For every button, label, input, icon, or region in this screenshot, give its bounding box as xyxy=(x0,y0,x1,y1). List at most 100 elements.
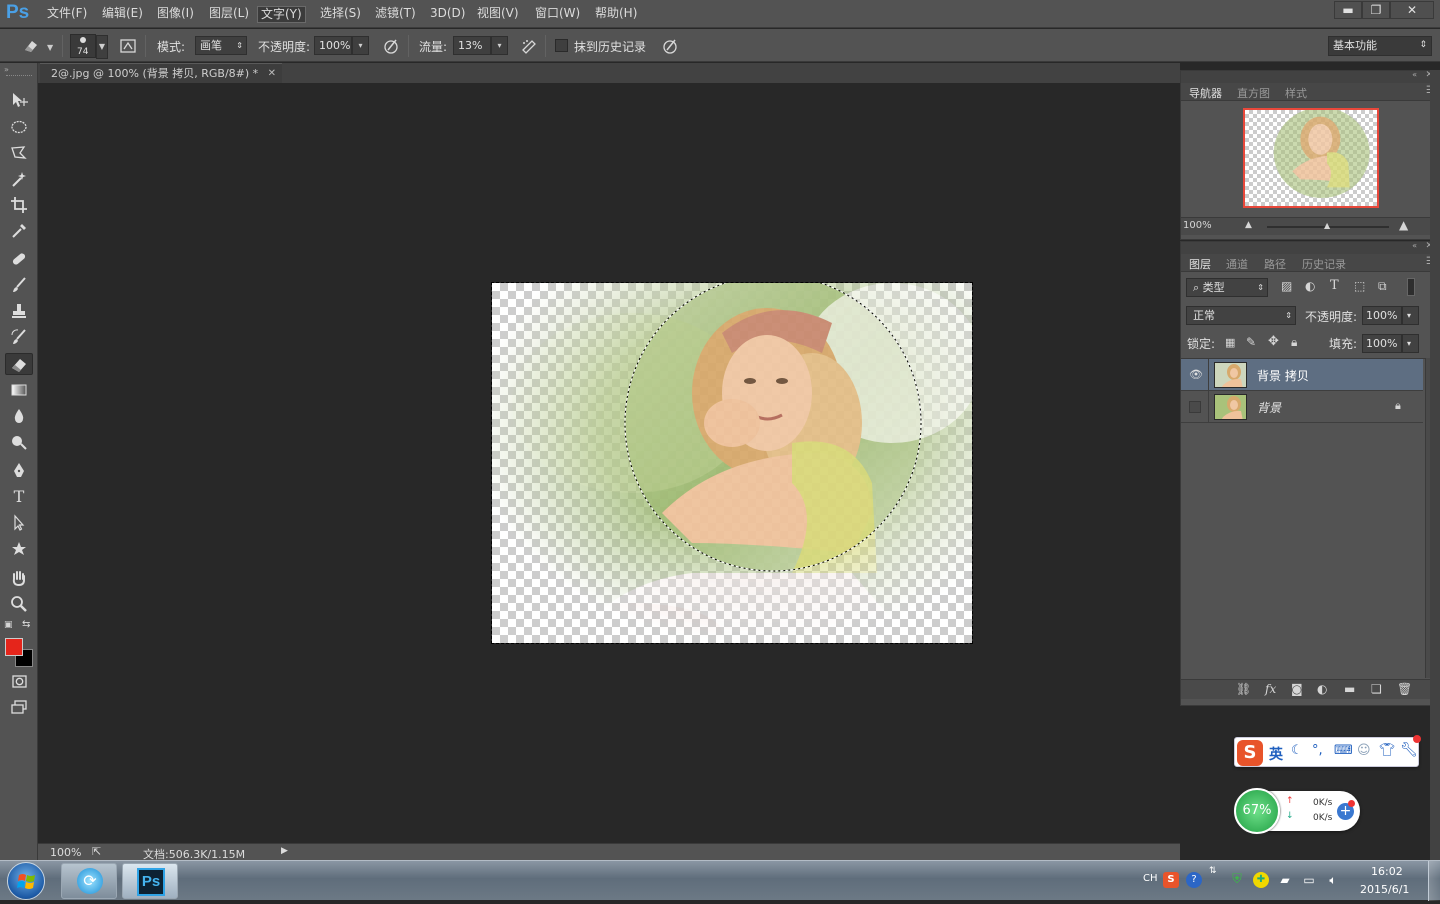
menu-select[interactable]: 选择(S) xyxy=(317,6,364,23)
network-icon[interactable]: ▰ xyxy=(1277,872,1293,888)
start-button[interactable] xyxy=(7,862,45,900)
layer-opacity-dropdown[interactable]: ▾ xyxy=(1402,306,1419,325)
zoom-out-icon[interactable]: ▲ xyxy=(1245,220,1252,230)
menu-filter[interactable]: 滤镜(T) xyxy=(372,6,419,23)
moon-icon[interactable]: ☾ xyxy=(1291,743,1303,758)
lasso-tool-icon[interactable] xyxy=(5,143,33,165)
document-tab[interactable]: 2@.jpg @ 100% (背景 拷贝, RGB/8#) * ✕ xyxy=(40,63,282,83)
taskbar-browser[interactable]: ⟳ xyxy=(61,863,117,899)
lock-position-icon[interactable]: ✥ xyxy=(1268,334,1279,349)
zoom-level[interactable]: 100% xyxy=(50,846,81,859)
sogou-tray-icon[interactable]: S xyxy=(1163,872,1179,888)
adjustment-filter-icon[interactable]: ◐ xyxy=(1305,279,1315,293)
layer-row[interactable]: 👁︎ 背景 拷贝 xyxy=(1181,359,1423,391)
document-image[interactable] xyxy=(491,282,973,644)
opacity-input[interactable]: 100% xyxy=(314,36,352,55)
tab-histogram[interactable]: 直方图 xyxy=(1237,85,1270,101)
menu-image[interactable]: 图像(I) xyxy=(154,6,197,23)
fill-input[interactable]: 100% xyxy=(1362,334,1402,353)
share-icon[interactable]: ⇱ xyxy=(92,845,101,858)
pressure-opacity-icon[interactable] xyxy=(380,35,402,57)
collapse-icon[interactable]: « xyxy=(1412,70,1417,79)
tab-navigator[interactable]: 导航器 xyxy=(1189,85,1222,101)
tab-channels[interactable]: 通道 xyxy=(1226,256,1248,272)
menu-type[interactable]: 文字(Y) xyxy=(257,6,306,23)
shape-filter-icon[interactable]: ⬚ xyxy=(1354,279,1365,293)
eye-icon[interactable]: 👁︎ xyxy=(1189,368,1203,381)
zoom-in-icon[interactable]: ▲ xyxy=(1399,218,1408,232)
smart-object-filter-icon[interactable]: ⧉ xyxy=(1378,279,1387,294)
hand-tool-icon[interactable] xyxy=(5,568,33,590)
opacity-dropdown[interactable]: ▾ xyxy=(352,36,369,55)
language-indicator[interactable]: CH xyxy=(1143,873,1158,884)
trash-icon[interactable]: 🗑︎ xyxy=(1397,682,1412,696)
default-colors-icon[interactable]: ▣ xyxy=(4,620,14,630)
workspace-select[interactable]: 基本功能 ⇕ xyxy=(1328,36,1432,56)
layer-opacity-input[interactable]: 100% xyxy=(1362,306,1402,325)
tab-history[interactable]: 历史记录 xyxy=(1302,256,1346,272)
layer-name[interactable]: 背景 xyxy=(1257,399,1281,416)
tab-layers[interactable]: 图层 xyxy=(1189,256,1211,272)
sogou-logo-icon[interactable]: S xyxy=(1237,740,1263,766)
tray-expand-icon[interactable]: ⇅ xyxy=(1209,866,1217,876)
pressure-size-icon[interactable] xyxy=(659,35,681,57)
menu-window[interactable]: 窗口(W) xyxy=(532,6,583,23)
dodge-tool-icon[interactable] xyxy=(5,432,33,454)
type-filter-icon[interactable]: T xyxy=(1330,278,1339,293)
new-group-icon[interactable]: ▬ xyxy=(1344,682,1355,696)
pixel-filter-icon[interactable]: ▨ xyxy=(1281,279,1292,293)
custom-shape-tool-icon[interactable] xyxy=(5,539,33,561)
flow-dropdown[interactable]: ▾ xyxy=(491,36,508,55)
blend-mode-select[interactable]: 正常 ⇕ xyxy=(1186,306,1296,325)
help-icon[interactable]: ? xyxy=(1186,872,1202,888)
fx-icon[interactable]: fx xyxy=(1265,682,1276,696)
show-desktop-button[interactable] xyxy=(1428,861,1440,901)
wrench-icon[interactable]: 🔧︎ xyxy=(1400,742,1418,758)
eyedropper-tool-icon[interactable] xyxy=(5,221,33,243)
minimize-button[interactable]: ▬ xyxy=(1334,1,1362,19)
adjustment-layer-icon[interactable]: ◐ xyxy=(1317,682,1327,696)
chevron-down-icon[interactable]: ▼ xyxy=(47,43,53,52)
slider-handle[interactable]: ▲ xyxy=(1324,221,1330,230)
add-mask-icon[interactable]: ◙ xyxy=(1291,682,1303,696)
menu-edit[interactable]: 编辑(E) xyxy=(99,6,146,23)
airbrush-icon[interactable] xyxy=(518,35,540,57)
layer-row[interactable]: 背景 🔒︎ xyxy=(1181,391,1423,423)
lock-all-icon[interactable]: 🔒︎ xyxy=(1291,335,1297,350)
flow-input[interactable]: 13% xyxy=(453,36,491,55)
collapse-icon[interactable]: « xyxy=(1412,241,1417,250)
network-monitor-widget[interactable]: 67% ↑ ↓ 0K/s 0K/s + xyxy=(1234,788,1360,834)
taskbar-photoshop[interactable]: Ps xyxy=(122,863,178,899)
screen-mode-icon[interactable] xyxy=(5,697,33,719)
eraser-tool-icon[interactable] xyxy=(5,353,33,375)
erase-to-history-checkbox[interactable] xyxy=(555,39,568,52)
zoom-tool-icon[interactable] xyxy=(5,594,33,616)
keyboard-icon[interactable]: ⌨ xyxy=(1334,743,1353,758)
history-brush-tool-icon[interactable] xyxy=(5,327,33,349)
menu-layer[interactable]: 图层(L) xyxy=(206,6,252,23)
swap-colors-icon[interactable]: ⇆ xyxy=(22,619,30,630)
brush-panel-icon[interactable] xyxy=(117,35,139,57)
tab-paths[interactable]: 路径 xyxy=(1264,256,1286,272)
menu-3d[interactable]: 3D(D) xyxy=(427,6,468,23)
magic-wand-tool-icon[interactable] xyxy=(5,169,33,191)
brush-preset-picker[interactable]: 74 xyxy=(70,34,96,58)
navigator-zoom[interactable]: 100% xyxy=(1183,220,1212,231)
close-icon[interactable]: ✕ xyxy=(268,64,276,83)
monitor-icon[interactable]: ▭ xyxy=(1301,872,1317,888)
brush-tool-icon[interactable] xyxy=(5,275,33,297)
clone-stamp-tool-icon[interactable] xyxy=(5,301,33,323)
play-icon[interactable]: ▶ xyxy=(281,846,288,856)
punctuation-icon[interactable]: °, xyxy=(1312,743,1323,758)
chevron-down-icon[interactable]: ▼ xyxy=(96,35,108,59)
close-button[interactable]: ✕ xyxy=(1390,1,1434,19)
pen-tool-icon[interactable] xyxy=(5,460,33,482)
filter-toggle[interactable] xyxy=(1407,278,1415,296)
clock-date[interactable]: 2015/6/1 xyxy=(1360,883,1409,896)
menu-view[interactable]: 视图(V) xyxy=(474,6,522,23)
shield-icon[interactable]: ⛨ xyxy=(1229,872,1245,888)
grip[interactable] xyxy=(6,75,32,77)
tab-styles[interactable]: 样式 xyxy=(1285,85,1307,101)
mode-select[interactable]: 画笔 ⇕ xyxy=(195,36,247,55)
quick-mask-icon[interactable] xyxy=(5,671,33,693)
